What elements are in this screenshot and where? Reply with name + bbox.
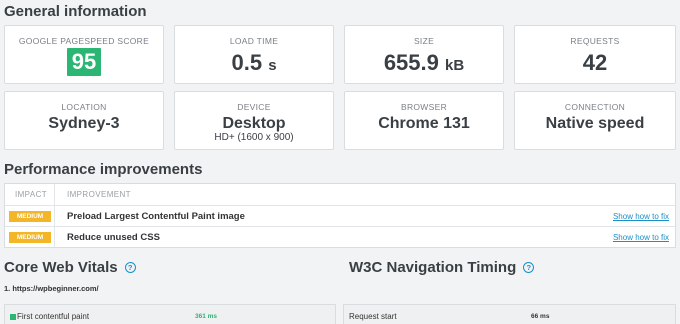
performance-improvements-heading: Performance improvements [4,161,203,178]
browser-card: BROWSER Chrome 131 [344,91,504,150]
metric-value: 66 ms [531,313,550,320]
metric-value: 361 ms [195,313,218,320]
load-time-label: LOAD TIME [229,36,279,46]
load-time-value: 0.5 s [231,50,277,75]
show-how-to-fix-link[interactable]: Show how to fix [613,212,669,221]
show-how-to-fix-link[interactable]: Show how to fix [613,233,669,242]
browser-value: Chrome 131 [378,115,470,132]
pagespeed-score-badge: 95 [66,48,102,76]
location-label: LOCATION [61,102,107,112]
connection-label: CONNECTION [564,102,626,112]
connection-card: CONNECTION Native speed [514,91,676,150]
requests-value: 42 [582,50,608,75]
pagespeed-score-card: GOOGLE PAGESPEED SCORE 95 [4,25,164,84]
table-row: MEDIUM Reduce unused CSS Show how to fix [5,226,675,247]
core-web-vitals-heading: Core Web Vitals? [4,259,136,276]
requests-label: REQUESTS [570,36,620,46]
table-row: MEDIUM Preload Largest Contentful Paint … [5,205,675,226]
performance-table-header: IMPACT IMPROVEMENT [5,184,675,205]
tested-url: 1. https://wpbeginner.com/ [4,284,99,293]
performance-table: IMPACT IMPROVEMENT MEDIUM Preload Larges… [4,183,676,248]
improvement-text: Preload Largest Contentful Paint image [67,211,245,222]
w3c-navigation-timing-heading: W3C Navigation Timing? [349,259,535,276]
device-resolution: HD+ (1600 x 900) [214,132,294,143]
size-card: SIZE 655.9 kB [344,25,504,84]
improvement-text: Reduce unused CSS [67,232,160,243]
impact-badge: MEDIUM [9,232,51,243]
impact-column-header: IMPACT [15,190,48,199]
status-square-icon [10,313,16,320]
metric-name: First contentful paint [10,312,89,321]
requests-card: REQUESTS 42 [514,25,676,84]
first-contentful-paint-row: First contentful paint 361 ms [4,304,336,324]
load-time-card: LOAD TIME 0.5 s [174,25,334,84]
browser-label: BROWSER [400,102,448,112]
metric-name: Request start [349,312,397,321]
device-card: DEVICE Desktop HD+ (1600 x 900) [174,91,334,150]
size-value: 655.9 kB [383,50,465,75]
location-card: LOCATION Sydney-3 [4,91,164,150]
connection-value: Native speed [545,115,645,132]
device-value: Desktop [222,115,286,132]
general-information-heading: General information [4,3,147,20]
question-circle-icon[interactable]: ? [523,261,535,273]
impact-badge: MEDIUM [9,211,51,222]
request-start-row: Request start 66 ms [343,304,676,324]
question-circle-icon[interactable]: ? [124,261,136,273]
improvement-column-header: IMPROVEMENT [67,190,131,199]
pagespeed-score-label: GOOGLE PAGESPEED SCORE [18,36,150,46]
location-value: Sydney-3 [48,115,120,132]
device-label: DEVICE [237,102,271,112]
size-label: SIZE [413,36,435,46]
